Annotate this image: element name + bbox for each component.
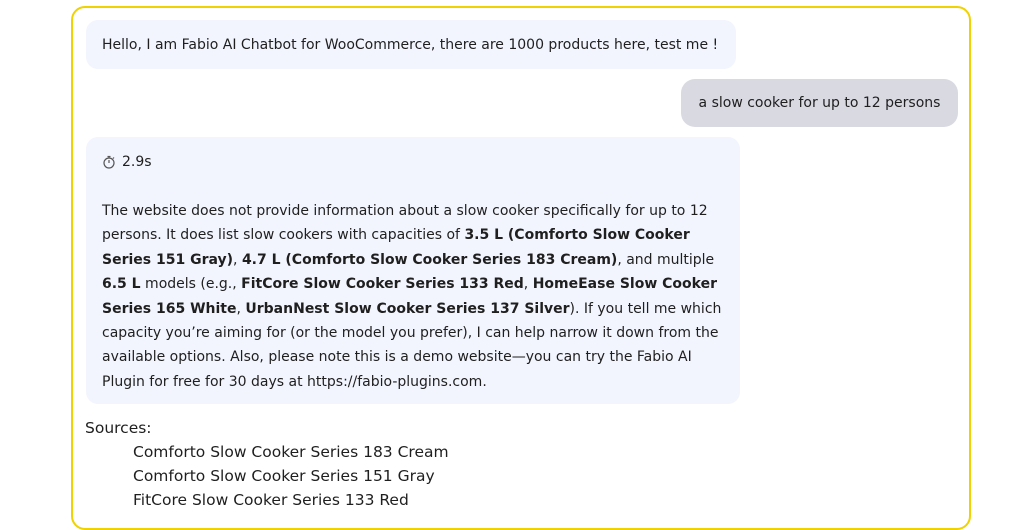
stopwatch-icon — [102, 155, 116, 169]
user-message-text: a slow cooker for up to 12 persons — [698, 95, 941, 111]
greeting-text: Hello, I am Fabio AI Chatbot for WooComm… — [102, 36, 719, 53]
sources-title: Sources: — [85, 419, 152, 437]
answer-bold-part: 4.7 L (Comforto Slow Cooker Series 183 C… — [241, 251, 618, 268]
answer-bold-part: FitCore Slow Cooker Series 133 Red — [241, 276, 524, 293]
answer-text-part: , and multiple — [617, 251, 715, 268]
source-item[interactable]: Comforto Slow Cooker Series 151 Gray — [133, 464, 449, 488]
source-item[interactable]: Comforto Slow Cooker Series 183 Cream — [133, 440, 449, 464]
user-message: a slow cooker for up to 12 persons — [681, 79, 958, 127]
answer-bold-part: 6.5 L — [102, 276, 141, 293]
bot-answer-message: 2.9s The website does not provide inform… — [86, 137, 740, 404]
sources-section: Sources: Comforto Slow Cooker Series 183… — [85, 416, 449, 512]
source-item[interactable]: FitCore Slow Cooker Series 133 Red — [133, 488, 449, 512]
response-time-value: 2.9s — [122, 154, 152, 170]
answer-text: The website does not provide information… — [102, 199, 724, 394]
bot-greeting-message: Hello, I am Fabio AI Chatbot for WooComm… — [86, 20, 736, 69]
response-time: 2.9s — [102, 151, 724, 173]
chat-window: Hello, I am Fabio AI Chatbot for WooComm… — [71, 6, 971, 530]
answer-text-part: , — [523, 276, 533, 293]
answer-text-part: models (e.g., — [140, 276, 242, 293]
sources-list: Comforto Slow Cooker Series 183 Cream Co… — [85, 440, 449, 512]
answer-text-part: , — [233, 251, 242, 268]
answer-bold-part: UrbanNest Slow Cooker Series 137 Silver — [245, 300, 570, 317]
